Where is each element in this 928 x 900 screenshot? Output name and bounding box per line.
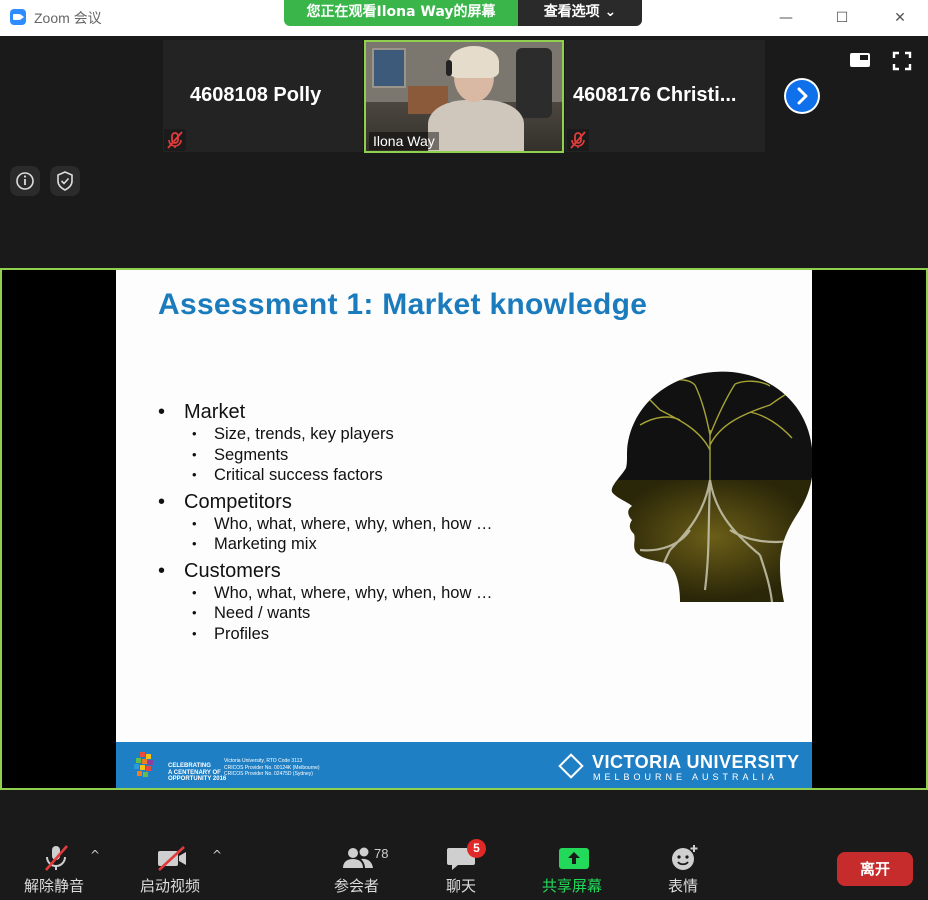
participants-label: 参会者 [334,877,380,895]
participant-tile-ilona-way[interactable]: Ilona Way [364,40,564,153]
share-screen-icon [559,848,589,869]
sub-bullet: Who, what, where, why, when, how … [158,514,492,535]
chevron-right-icon [784,78,820,114]
slide-footer: CELEBRATING A CENTENARY OF OPPORTUNITY 2… [116,742,812,788]
minimize-button[interactable]: — [772,4,800,32]
view-options-button[interactable]: 查看选项 ⌄ [518,0,642,26]
head-tree-illustration [611,371,812,603]
sub-bullet: Need / wants [158,603,492,624]
participant-name-christi: 4608176 Christi... [573,84,737,106]
participant-name-polly: 4608108 Polly [190,84,322,106]
chat-button[interactable]: 聊天 [440,828,500,900]
reaction-smiley-icon [672,845,698,870]
centenary-logo-icon [134,752,153,777]
vu-diamond-icon [558,753,584,779]
sub-bullet: Size, trends, key players [158,424,492,445]
video-options-caret[interactable]: ^ [212,848,222,862]
participant-name-ilona-way: Ilona Way [369,132,439,150]
start-video-label: 启动视频 [140,877,201,895]
viewing-screen-label: 您正在观看Ilona Way的屏幕 [284,0,518,26]
reactions-label: 表情 [668,877,699,895]
slide-bullet-list: Market Size, trends, key players Segment… [158,396,492,644]
meeting-info-button[interactable] [10,166,40,196]
participants-button[interactable]: 参会者 [330,828,410,900]
participants-count: 78 [374,846,389,861]
info-icon [16,172,34,190]
bullet-customers: Customers [158,559,492,583]
university-name: VICTORIA UNIVERSITY [592,752,800,772]
leave-meeting-button[interactable]: 离开 [837,852,913,886]
meeting-toolbar: 解除静音 ^ 启动视频 ^ 参会者 78 聊天 5 共享屏幕 表情 离开 [0,828,928,900]
sub-bullet: Critical success factors [158,465,492,486]
participants-icon [343,847,373,868]
muted-mic-icon [164,129,186,151]
sub-bullet: Who, what, where, why, when, how … [158,583,492,604]
muted-mic-icon [567,129,589,151]
centenary-text: CELEBRATING A CENTENARY OF OPPORTUNITY 2… [168,763,227,782]
window-title: Zoom 会议 [34,10,102,26]
security-button[interactable] [50,166,80,196]
share-screen-label: 共享屏幕 [542,877,603,895]
unmute-button[interactable]: 解除静音 [20,828,92,900]
next-participants-button[interactable] [784,78,820,114]
unmute-label: 解除静音 [24,877,85,895]
close-button[interactable]: ✕ [886,4,914,32]
bullet-competitors: Competitors [158,490,492,514]
chat-unread-badge: 5 [467,839,486,858]
sub-bullet: Marketing mix [158,534,492,555]
sub-bullet: Segments [158,445,492,466]
viewing-banner: 您正在观看Ilona Way的屏幕 查看选项 ⌄ [284,0,642,26]
shield-icon [57,171,73,191]
bullet-market: Market [158,400,492,424]
maximize-button[interactable]: ☐ [828,4,856,32]
reactions-button[interactable]: 表情 [662,828,722,900]
slide-title: Assessment 1: Market knowledge [158,288,648,321]
video-off-icon [158,846,186,871]
muted-mic-icon [45,845,68,871]
zoom-logo-icon [10,9,26,25]
speaker-layout-icon[interactable] [849,50,871,70]
fullscreen-icon[interactable] [892,51,912,71]
university-location: MELBOURNE AUSTRALIA [593,772,779,782]
start-video-button[interactable]: 启动视频 [136,828,208,900]
presentation-slide: Assessment 1: Market knowledge Market Si… [116,270,812,788]
footer-small-print: Victoria University, RTO Code 3113 CRICO… [224,758,320,777]
chat-label: 聊天 [446,877,477,895]
audio-options-caret[interactable]: ^ [90,848,100,862]
share-screen-button[interactable]: 共享屏幕 [536,828,616,900]
sub-bullet: Profiles [158,624,492,645]
